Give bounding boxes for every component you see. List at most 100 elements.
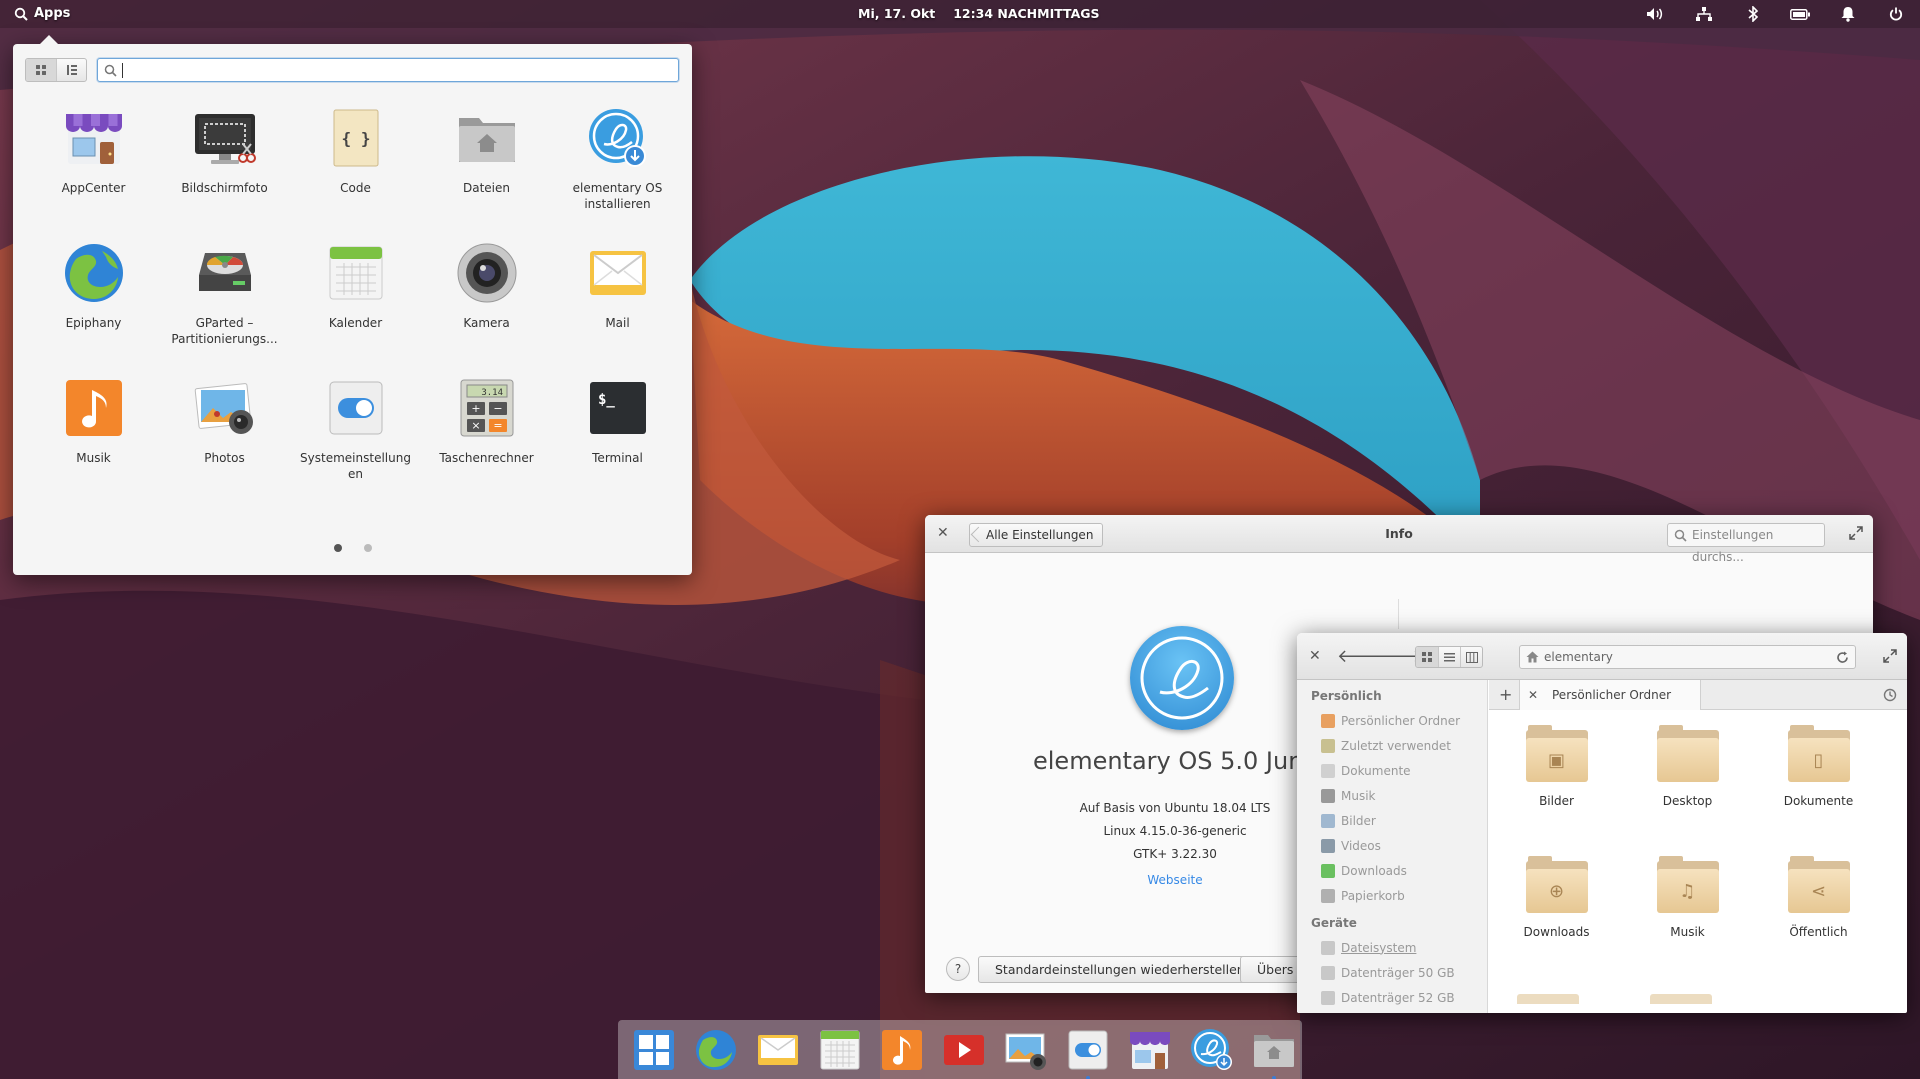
dock-music[interactable] xyxy=(876,1024,928,1076)
restore-defaults-button[interactable]: Standardeinstellungen wiederherstellen xyxy=(978,956,1262,983)
folder-item[interactable]: ♫ Musik xyxy=(1622,841,1753,972)
sidebar-item[interactable]: Downloads xyxy=(1297,858,1487,883)
page-dot-1[interactable] xyxy=(333,544,342,552)
app-appcenter[interactable]: AppCenter xyxy=(28,106,159,241)
dock-videos[interactable] xyxy=(938,1024,990,1076)
network-icon[interactable] xyxy=(1694,5,1714,23)
close-tab-icon[interactable]: ✕ xyxy=(1528,680,1538,710)
mail-icon xyxy=(586,241,650,305)
volume-icon[interactable] xyxy=(1645,5,1665,23)
app-kamera[interactable]: Kamera xyxy=(421,241,552,376)
dock-epiphany[interactable] xyxy=(690,1024,742,1076)
battery-icon[interactable] xyxy=(1790,5,1810,23)
folder-partial[interactable] xyxy=(1517,994,1579,1004)
help-button[interactable]: ? xyxy=(946,957,970,981)
notifications-icon[interactable] xyxy=(1838,5,1858,23)
column-view-button[interactable] xyxy=(1460,647,1482,667)
settings-headerbar: ✕ Alle Einstellungen Info Einstellungen … xyxy=(925,515,1873,564)
reload-icon[interactable] xyxy=(1836,651,1849,664)
bluetooth-icon[interactable] xyxy=(1743,5,1763,23)
app-musik[interactable]: Musik xyxy=(28,376,159,511)
folder-item[interactable]: ⋖ Öffentlich xyxy=(1753,841,1884,972)
sidebar-item[interactable]: Zuletzt verwendet xyxy=(1297,733,1487,758)
app-label: Photos xyxy=(204,451,245,465)
app-gparted[interactable]: GParted – Partitionierungs... xyxy=(159,241,290,376)
sidebar-device-item[interactable]: Datenträger 50 GB xyxy=(1297,960,1487,985)
app-taschenrechner[interactable]: 3.14 + − × = Taschenrechner xyxy=(421,376,552,511)
tab-bar: + ✕ Persönlicher Ordner xyxy=(1489,680,1907,710)
maximize-icon[interactable] xyxy=(1849,526,1863,540)
app-epiphany[interactable]: Epiphany xyxy=(28,241,159,376)
sidebar-item[interactable]: Dokumente xyxy=(1297,758,1487,783)
datetime-indicator[interactable]: Mi, 17. Okt 12:34 NACHMITTAGS xyxy=(858,6,1100,21)
location-bar[interactable]: elementary xyxy=(1519,645,1856,669)
close-icon[interactable]: ✕ xyxy=(1309,648,1321,664)
grid-icon xyxy=(36,65,46,75)
app-installer[interactable]: elementary OS installieren xyxy=(552,106,683,241)
sidebar-item-label: Bilder xyxy=(1341,813,1376,828)
os-gtk: GTK+ 3.22.30 xyxy=(1133,847,1217,861)
epiphany-icon xyxy=(62,241,126,305)
app-terminal[interactable]: $_ Terminal xyxy=(552,376,683,511)
new-tab-icon[interactable]: + xyxy=(1499,685,1512,704)
settings-search-input[interactable]: Einstellungen durchs... xyxy=(1667,523,1825,564)
dock-files[interactable] xyxy=(1248,1024,1300,1079)
folder-icon: ⋖ xyxy=(1787,856,1850,913)
app-dateien[interactable]: Dateien xyxy=(421,106,552,241)
calculator-icon: 3.14 + − × = xyxy=(455,376,519,440)
dock-photos[interactable] xyxy=(1000,1024,1052,1076)
website-link[interactable]: Webseite xyxy=(1025,873,1325,887)
camera-icon xyxy=(455,241,519,305)
app-search-input[interactable] xyxy=(97,58,679,82)
path-segment[interactable]: elementary xyxy=(1544,650,1613,664)
app-systemeinstellungen[interactable]: Systemeinstellung en xyxy=(290,376,421,511)
sidebar-item[interactable]: Musik xyxy=(1297,783,1487,808)
calendar-icon xyxy=(324,241,388,305)
sidebar-device-item[interactable]: Datenträger 52 GB xyxy=(1297,985,1487,1010)
app-mail[interactable]: Mail xyxy=(552,241,683,376)
dock-installer[interactable] xyxy=(1186,1024,1238,1076)
power-icon[interactable] xyxy=(1886,5,1906,23)
history-icon[interactable] xyxy=(1883,688,1897,702)
code-icon: { } xyxy=(324,106,388,170)
dock-calendar[interactable] xyxy=(814,1024,866,1076)
applications-menu-popover: AppCenter Bildschirmfoto { } Code Dateie… xyxy=(13,35,692,575)
screenshot-icon xyxy=(193,106,257,170)
app-bildschirmfoto[interactable]: Bildschirmfoto xyxy=(159,106,290,241)
files-icon xyxy=(455,106,519,170)
applications-menu-button[interactable]: Apps xyxy=(14,6,70,21)
music-icon xyxy=(1321,788,1335,803)
list-view-button[interactable] xyxy=(1438,647,1460,667)
home-icon xyxy=(1321,713,1335,728)
folder-item[interactable]: ⊕ Downloads xyxy=(1491,841,1622,972)
page-dot-2[interactable] xyxy=(363,544,372,552)
tab-personal-folder[interactable]: ✕ Persönlicher Ordner xyxy=(1519,680,1701,710)
folder-label: Dokumente xyxy=(1783,794,1854,808)
sidebar-item[interactable]: Bilder xyxy=(1297,808,1487,833)
folder-item[interactable]: ▯ Dokumente xyxy=(1753,710,1884,841)
files-icon xyxy=(1254,1034,1294,1067)
app-code[interactable]: { } Code xyxy=(290,106,421,241)
maximize-icon[interactable] xyxy=(1883,649,1897,663)
category-view-button[interactable] xyxy=(56,59,86,81)
folder-partial[interactable] xyxy=(1650,994,1712,1004)
sidebar-item-label: Datenträger 50 GB xyxy=(1341,965,1455,980)
sidebar-item[interactable]: Persönlicher Ordner xyxy=(1297,708,1487,733)
dock xyxy=(618,1020,1302,1079)
sidebar-device-item[interactable]: Dateisystem xyxy=(1297,935,1487,960)
folder-item[interactable]: Desktop xyxy=(1622,710,1753,841)
folder-item[interactable]: ▣ Bilder xyxy=(1491,710,1622,841)
sidebar-item[interactable]: Videos xyxy=(1297,833,1487,858)
app-label: Bildschirmfoto xyxy=(181,181,268,195)
os-name: elementary OS 5.0 Juno ( xyxy=(1033,747,1336,775)
sidebar-item[interactable]: Papierkorb xyxy=(1297,883,1487,908)
grid-view-button[interactable] xyxy=(26,59,56,81)
icon-view-button[interactable] xyxy=(1416,647,1438,667)
folder-icon: ▯ xyxy=(1787,725,1850,782)
app-photos[interactable]: Photos xyxy=(159,376,290,511)
app-kalender[interactable]: Kalender xyxy=(290,241,421,376)
dock-settings[interactable] xyxy=(1062,1024,1114,1079)
dock-multitasking[interactable] xyxy=(628,1024,680,1076)
dock-mail[interactable] xyxy=(752,1024,804,1076)
dock-appcenter[interactable] xyxy=(1124,1024,1176,1076)
